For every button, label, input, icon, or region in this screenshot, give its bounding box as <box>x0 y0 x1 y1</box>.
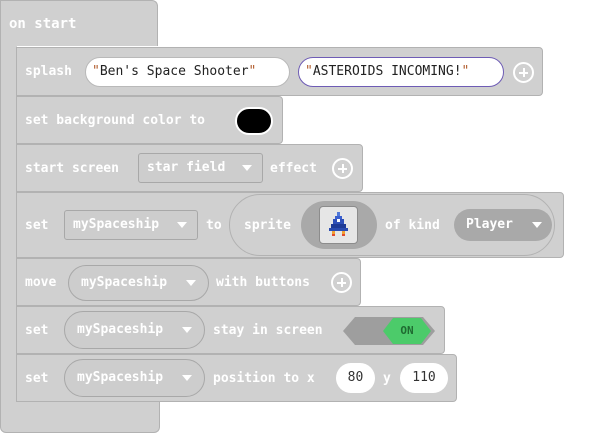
position-y-input[interactable]: 110 <box>400 363 448 393</box>
position-y-label: y <box>383 371 391 386</box>
sprite-image-well[interactable] <box>301 201 377 249</box>
set-sprite-variable-dropdown[interactable]: mySpaceship <box>64 210 198 240</box>
on-start-block[interactable]: on start <box>0 0 158 46</box>
sprite-reporter-block[interactable]: sprite of kind Player <box>229 194 555 256</box>
move-label: move <box>25 275 57 290</box>
start-screen-label: start screen <box>25 161 119 176</box>
splash-title-value: Ben's Space Shooter <box>99 64 249 79</box>
stay-in-screen-toggle[interactable]: ON <box>343 317 435 345</box>
block-canvas: on start splash "Ben's Space Shooter" "A… <box>0 0 615 434</box>
sprite-image-field[interactable] <box>319 206 358 244</box>
effect-label: effect <box>270 161 317 176</box>
sprite-label: sprite <box>244 218 291 233</box>
toggle-on-label: ON <box>400 324 414 337</box>
stay-in-screen-label: stay in screen <box>213 323 323 338</box>
spaceship-icon <box>329 212 348 236</box>
chevron-down-icon <box>532 222 542 228</box>
move-variable-dropdown[interactable]: mySpaceship <box>68 265 209 301</box>
chevron-down-icon <box>182 327 192 333</box>
move-variable-value: mySpaceship <box>81 275 168 290</box>
on-start-label: on start <box>9 16 77 32</box>
toggle-on-knob: ON <box>383 318 431 344</box>
position-variable-dropdown[interactable]: mySpaceship <box>64 359 205 397</box>
chevron-down-icon <box>186 280 196 286</box>
stay-in-screen-block[interactable]: set mySpaceship stay in screen ON <box>16 306 445 354</box>
move-add-icon[interactable] <box>331 272 352 293</box>
position-set-label: set <box>25 371 49 386</box>
splash-title-field[interactable]: "Ben's Space Shooter" <box>85 57 290 87</box>
stay-set-label: set <box>25 323 49 338</box>
on-start-block-foot <box>0 401 160 433</box>
effect-dropdown-value: star field <box>147 160 226 175</box>
set-sprite-block[interactable]: set mySpaceship to sprite of kind Player <box>16 192 564 258</box>
sprite-kind-value: Player <box>466 217 513 232</box>
splash-subtitle-field[interactable]: "ASTEROIDS INCOMING!" <box>298 57 504 87</box>
set-sprite-variable-value: mySpaceship <box>73 217 160 232</box>
set-background-color-block[interactable]: set background color to <box>16 96 283 144</box>
splash-subtitle-value: ASTEROIDS INCOMING! <box>312 64 462 79</box>
sprite-kind-dropdown[interactable]: Player <box>454 209 552 241</box>
start-screen-effect-block[interactable]: start screen star field effect <box>16 144 363 192</box>
of-kind-label: of kind <box>385 218 440 233</box>
stay-variable-dropdown[interactable]: mySpaceship <box>64 311 205 349</box>
set-position-block[interactable]: set mySpaceship position to x 80 y 110 <box>16 354 457 402</box>
set-sprite-to-label: to <box>206 218 222 233</box>
position-variable-value: mySpaceship <box>77 370 164 385</box>
chevron-down-icon <box>177 222 187 228</box>
on-start-block-spine <box>0 45 17 403</box>
splash-label: splash <box>25 64 72 79</box>
with-buttons-label: with buttons <box>216 275 310 290</box>
chevron-down-icon <box>242 165 252 171</box>
set-sprite-label: set <box>25 218 49 233</box>
splash-add-icon[interactable] <box>513 62 534 83</box>
stay-variable-value: mySpaceship <box>77 322 164 337</box>
effect-dropdown[interactable]: star field <box>138 153 263 183</box>
background-color-swatch[interactable] <box>235 107 273 135</box>
chevron-down-icon <box>182 375 192 381</box>
effect-add-icon[interactable] <box>332 158 353 179</box>
splash-block[interactable]: splash "Ben's Space Shooter" "ASTEROIDS … <box>16 47 543 96</box>
move-with-buttons-block[interactable]: move mySpaceship with buttons <box>16 258 361 306</box>
position-x-input[interactable]: 80 <box>336 363 375 393</box>
set-background-color-label: set background color to <box>25 113 206 128</box>
position-to-x-label: position to x <box>213 371 315 386</box>
